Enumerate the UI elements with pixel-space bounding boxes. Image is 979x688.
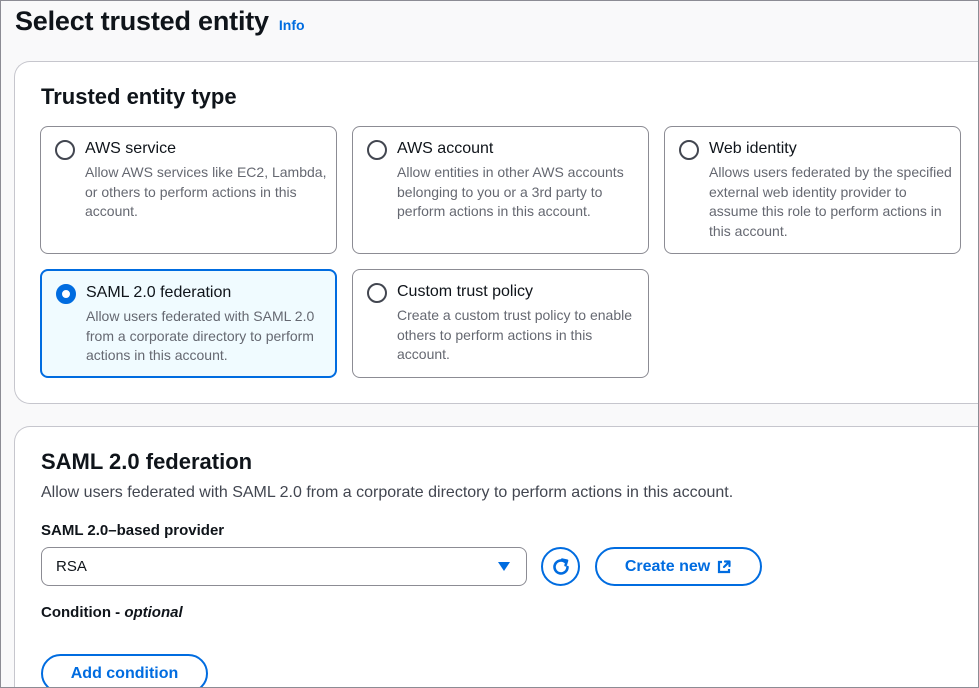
saml-section-title: SAML 2.0 federation — [41, 449, 253, 474]
create-new-label: Create new — [624, 557, 711, 575]
trusted-entity-card: Trusted entity type AWS service Allow AW… — [14, 61, 978, 404]
provider-label: SAML 2.0–based provider — [41, 522, 225, 539]
option-description: Allow entities in other AWS accounts bel… — [397, 164, 624, 219]
radio-aws-service[interactable] — [55, 140, 75, 160]
add-condition-button[interactable]: Add condition — [41, 654, 208, 687]
option-title: AWS account — [397, 140, 494, 157]
external-link-icon — [718, 559, 731, 573]
saml-federation-card: SAML 2.0 federation Allow users federate… — [14, 426, 978, 687]
option-saml-federation[interactable]: SAML 2.0 federation Allow users federate… — [40, 269, 337, 378]
caret-down-icon — [498, 562, 510, 571]
option-description: Allows users federated by the specified … — [709, 164, 952, 239]
refresh-icon — [552, 557, 569, 575]
option-title: Custom trust policy — [397, 283, 534, 300]
option-title: SAML 2.0 federation — [86, 284, 232, 301]
option-aws-service[interactable]: AWS service Allow AWS services like EC2,… — [40, 126, 337, 254]
create-new-button[interactable]: Create new — [595, 547, 762, 586]
option-custom-trust-policy[interactable]: Custom trust policy Create a custom trus… — [352, 269, 649, 378]
condition-label: Condition - optional — [41, 604, 183, 621]
option-web-identity[interactable]: Web identity Allows users federated by t… — [664, 126, 961, 254]
add-condition-label: Add condition — [70, 664, 179, 682]
provider-select[interactable]: RSA — [41, 547, 527, 586]
trusted-entity-title: Trusted entity type — [41, 84, 237, 109]
optional-text: optional — [124, 604, 183, 621]
radio-saml-federation[interactable] — [56, 284, 76, 304]
page-title: Select trusted entity — [15, 6, 269, 36]
radio-aws-account[interactable] — [367, 140, 387, 160]
option-aws-account[interactable]: AWS account Allow entities in other AWS … — [352, 126, 649, 254]
radio-custom-trust-policy[interactable] — [367, 283, 387, 303]
page-header: Select trusted entity Info — [15, 6, 305, 37]
radio-web-identity[interactable] — [679, 140, 699, 160]
option-title: Web identity — [709, 140, 797, 157]
frame: Select trusted entity Info Trusted entit… — [0, 0, 979, 688]
provider-select-value: RSA — [56, 558, 87, 575]
option-description: Allow AWS services like EC2, Lambda, or … — [85, 164, 327, 219]
option-title: AWS service — [85, 140, 176, 157]
condition-label-text: Condition - — [41, 604, 125, 621]
refresh-button[interactable] — [541, 547, 580, 586]
saml-description: Allow users federated with SAML 2.0 from… — [41, 484, 734, 501]
option-description: Create a custom trust policy to enable o… — [397, 307, 633, 362]
info-link[interactable]: Info — [279, 17, 305, 33]
option-description: Allow users federated with SAML 2.0 from… — [86, 308, 315, 363]
